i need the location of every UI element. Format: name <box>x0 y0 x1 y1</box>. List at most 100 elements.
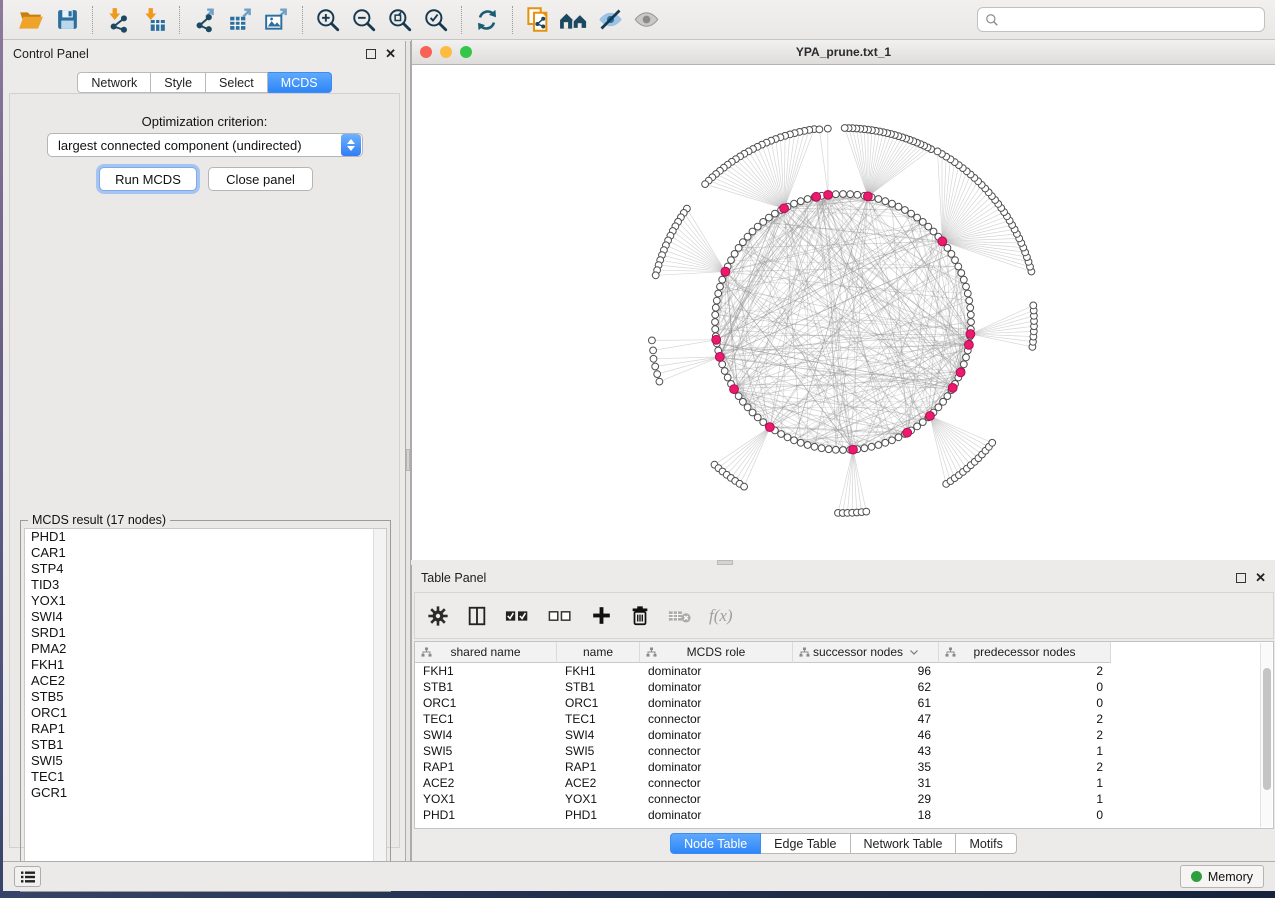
zoom-out-icon[interactable] <box>346 3 382 37</box>
show-columns-icon[interactable] <box>466 605 488 627</box>
mcds-result-item[interactable]: PMA2 <box>25 641 386 657</box>
table-cell[interactable]: PHD1 <box>557 807 640 823</box>
mcds-result-item[interactable]: RAP1 <box>25 721 386 737</box>
graph-node[interactable] <box>967 304 974 311</box>
tab-mcds[interactable]: MCDS <box>268 72 332 93</box>
mcds-result-item[interactable]: YOX1 <box>25 593 386 609</box>
column-header-shared-name[interactable]: shared name <box>415 642 557 663</box>
mcds-result-item[interactable]: GCR1 <box>25 785 386 801</box>
graph-node[interactable] <box>825 446 832 453</box>
splitter-grip[interactable] <box>406 449 410 471</box>
select-all-icon[interactable] <box>505 607 531 625</box>
save-icon[interactable] <box>49 3 85 37</box>
table-cell[interactable]: dominator <box>640 727 793 743</box>
graph-node[interactable] <box>958 270 965 277</box>
refresh-icon[interactable] <box>469 3 505 37</box>
network-titlebar[interactable]: YPA_prune.txt_1 <box>412 40 1275 65</box>
network-canvas[interactable] <box>412 65 1275 560</box>
float-panel-icon[interactable] <box>1236 573 1246 583</box>
column-header-predecessor-nodes[interactable]: predecessor nodes <box>939 642 1111 663</box>
zoom-selected-icon[interactable] <box>418 3 454 37</box>
mcds-result-item[interactable]: ORC1 <box>25 705 386 721</box>
graph-dominator-node[interactable] <box>812 192 821 201</box>
table-cell[interactable]: 2 <box>939 759 1111 775</box>
graph-node[interactable] <box>955 263 962 270</box>
table-cell[interactable]: connector <box>640 775 793 791</box>
mcds-result-item[interactable]: ACE2 <box>25 673 386 689</box>
table-row[interactable]: PHD1PHD1dominator180 <box>415 807 1261 823</box>
graph-node[interactable] <box>1030 302 1037 309</box>
graph-node[interactable] <box>650 355 657 362</box>
table-cell[interactable]: 0 <box>939 695 1111 711</box>
export-image-icon[interactable] <box>259 3 295 37</box>
graph-node[interactable] <box>652 363 659 370</box>
graph-dominator-node[interactable] <box>730 385 739 394</box>
graph-node[interactable] <box>719 361 726 368</box>
first-neighbors-icon[interactable] <box>556 3 592 37</box>
close-panel-button[interactable]: Close panel <box>208 167 313 191</box>
table-row[interactable]: RAP1RAP1dominator352 <box>415 759 1261 775</box>
close-panel-icon[interactable]: ✕ <box>385 49 396 59</box>
table-cell[interactable]: connector <box>640 711 793 727</box>
graph-dominator-node[interactable] <box>864 192 873 201</box>
graph-dominator-node[interactable] <box>956 368 965 377</box>
tab-style[interactable]: Style <box>151 72 206 93</box>
graph-node[interactable] <box>728 257 735 264</box>
graph-node[interactable] <box>741 483 748 490</box>
graph-node[interactable] <box>889 200 896 207</box>
graph-node[interactable] <box>832 446 839 453</box>
graph-node[interactable] <box>824 125 831 132</box>
table-row[interactable]: SWI4SWI4dominator462 <box>415 727 1261 743</box>
graph-node[interactable] <box>882 439 889 446</box>
graph-node[interactable] <box>861 445 868 452</box>
table-settings-gear-icon[interactable] <box>427 605 449 627</box>
graph-node[interactable] <box>902 207 909 214</box>
table-cell[interactable]: dominator <box>640 759 793 775</box>
graph-node[interactable] <box>650 347 657 354</box>
graph-dominator-node[interactable] <box>948 384 957 393</box>
mcds-result-item[interactable]: PHD1 <box>25 529 386 545</box>
table-cell[interactable]: TEC1 <box>557 711 640 727</box>
graph-node[interactable] <box>963 354 970 361</box>
table-cell[interactable]: connector <box>640 791 793 807</box>
table-cell[interactable]: dominator <box>640 679 793 695</box>
mcds-result-item[interactable]: TEC1 <box>25 769 386 785</box>
graph-node[interactable] <box>712 326 719 333</box>
table-row[interactable]: STB1STB1dominator620 <box>415 679 1261 695</box>
export-network-icon[interactable] <box>187 3 223 37</box>
graph-dominator-node[interactable] <box>938 237 947 246</box>
graph-node[interactable] <box>656 378 663 385</box>
table-row[interactable]: SWI5SWI5connector431 <box>415 743 1261 759</box>
graph-node[interactable] <box>840 191 847 198</box>
table-cell[interactable]: RAP1 <box>557 759 640 775</box>
graph-dominator-node[interactable] <box>721 267 730 276</box>
graph-node[interactable] <box>989 439 996 446</box>
table-cell[interactable]: 1 <box>939 791 1111 807</box>
table-cell[interactable]: ACE2 <box>415 775 557 791</box>
mcds-result-item[interactable]: SWI5 <box>25 753 386 769</box>
graph-dominator-node[interactable] <box>780 204 789 213</box>
graph-node[interactable] <box>712 319 719 326</box>
graph-node[interactable] <box>719 276 726 283</box>
task-history-button[interactable] <box>14 866 41 887</box>
table-cell[interactable]: YOX1 <box>557 791 640 807</box>
table-row[interactable]: FKH1FKH1dominator962 <box>415 663 1261 679</box>
graph-node[interactable] <box>654 371 661 378</box>
search-input[interactable] <box>999 13 1257 27</box>
graph-node[interactable] <box>772 210 779 217</box>
tab-network[interactable]: Network <box>77 72 151 93</box>
zoom-fit-icon[interactable] <box>382 3 418 37</box>
graph-node[interactable] <box>840 447 847 454</box>
graph-node[interactable] <box>735 245 742 252</box>
graph-node[interactable] <box>960 361 967 368</box>
graph-node[interactable] <box>875 196 882 203</box>
mcds-result-item[interactable]: FKH1 <box>25 657 386 673</box>
table-cell[interactable]: 47 <box>793 711 939 727</box>
graph-node[interactable] <box>944 393 951 400</box>
scrollbar-thumb[interactable] <box>1263 668 1271 790</box>
graph-node[interactable] <box>895 434 902 441</box>
graph-node[interactable] <box>715 290 722 297</box>
graph-dominator-node[interactable] <box>965 341 974 350</box>
graph-node[interactable] <box>963 283 970 290</box>
import-network-icon[interactable] <box>100 3 136 37</box>
